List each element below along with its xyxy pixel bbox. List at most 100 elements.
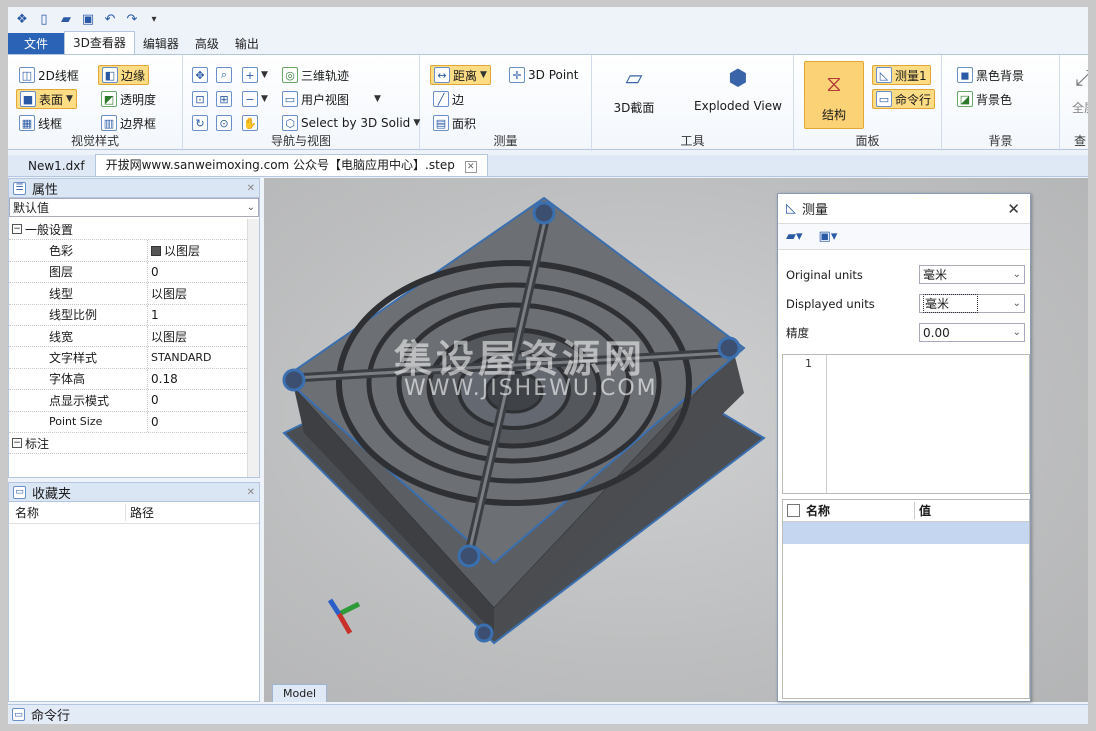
measure-title-bar: ◺ 测量 ✕ — [778, 194, 1030, 224]
prop-row[interactable]: 字体高 0.18 — [9, 368, 247, 391]
prop-row[interactable]: 线型比例 1 — [9, 304, 247, 326]
app-logo-icon[interactable]: ❖ — [14, 11, 30, 27]
measure-panel-icon: ◺ — [876, 67, 892, 83]
tab-advanced[interactable]: 高级 — [187, 33, 227, 55]
favorites-header: ▭ 收藏夹 ✕ — [9, 483, 259, 502]
zoom-extents-icon: ⊞ — [216, 91, 232, 107]
zoom-window-icon: ⌕ — [216, 67, 232, 83]
properties-icon: ☰ — [13, 181, 26, 195]
black-background-button[interactable]: ◼ 黑色背景 — [954, 65, 1027, 85]
wire2d-button[interactable]: ◫ 2D线框 — [16, 65, 82, 85]
prop-row[interactable]: 线宽 以图层 — [9, 325, 247, 348]
structure-dna-icon: ⧖ — [826, 72, 842, 97]
zoom-in-icon: + — [242, 67, 258, 83]
ribbon-tabs: 文件 3D查看器 编辑器 高级 输出 — [8, 31, 1088, 55]
exploded-cube-icon: ⬢ — [728, 65, 748, 91]
precision-select[interactable]: 0.00 ⌄ — [919, 323, 1025, 342]
area-icon: ▤ — [433, 115, 449, 131]
table-row[interactable] — [783, 522, 1029, 544]
new-file-icon[interactable]: ▯ — [36, 11, 52, 27]
tab-file[interactable]: 文件 — [8, 33, 64, 55]
collapse-icon[interactable]: − — [12, 438, 22, 449]
col-name[interactable]: 名称 — [9, 504, 125, 521]
measure-area-button[interactable]: ▤ 面积 — [430, 113, 479, 133]
select-by-solid-button[interactable]: ⬡ Select by 3D Solid ▼ — [279, 113, 423, 133]
zoom-window-button[interactable]: ⌕ — [213, 65, 235, 85]
command-line-bar[interactable]: ▭ 命令行 — [8, 704, 1088, 724]
doc-tab-new1[interactable]: New1.dxf — [18, 156, 95, 176]
displayed-units-select[interactable]: 毫米 ⌄ — [919, 294, 1025, 313]
precision-row: 精度 0.00 ⌄ — [778, 318, 1030, 347]
zoom-realtime-button[interactable]: ⊙ — [213, 113, 235, 133]
col-path[interactable]: 路径 — [125, 504, 239, 521]
group-label: 工具 — [680, 134, 705, 148]
properties-scrollbar[interactable] — [247, 219, 259, 477]
open-folder-icon[interactable]: ▰▾ — [786, 229, 803, 244]
prop-row[interactable]: 文字样式 STANDARD — [9, 347, 247, 369]
save-icon[interactable]: ▣▾ — [819, 229, 838, 244]
orbit-button[interactable]: ◎ 三维轨迹 — [279, 65, 352, 85]
point3d-button[interactable]: ✛ 3D Point — [506, 65, 581, 85]
prop-row[interactable]: 色彩 以图层 — [9, 240, 247, 262]
original-units-select[interactable]: 毫米 ⌄ — [919, 265, 1025, 284]
zoom-out-icon: − — [242, 91, 258, 107]
open-file-icon[interactable]: ▰ — [58, 11, 74, 27]
close-icon[interactable]: ✕ — [1007, 200, 1020, 218]
measure-edge-icon: ╱ — [433, 91, 449, 107]
redo-icon[interactable]: ↷ — [124, 11, 140, 27]
zoom-realtime-icon: ⊙ — [216, 115, 232, 131]
wireframe-button[interactable]: ▦ 线框 — [16, 113, 65, 133]
solid-cube-icon: ⬡ — [282, 115, 298, 131]
prop-row[interactable]: 点显示模式 0 — [9, 390, 247, 412]
zoom-out-dropdown[interactable]: − ▼ — [239, 89, 271, 109]
tab-editor[interactable]: 编辑器 — [135, 33, 187, 55]
zoom-extents-button[interactable]: ⊞ — [213, 89, 235, 109]
model-tab[interactable]: Model — [272, 684, 328, 702]
customize-toolbar-icon[interactable]: ▾ — [146, 11, 162, 27]
prop-row[interactable]: Point Size 0 — [9, 411, 247, 433]
col-value[interactable]: 值 — [914, 502, 931, 519]
section-general[interactable]: − 一般设置 — [9, 219, 247, 241]
transparency-button[interactable]: ◩ 透明度 — [98, 89, 159, 109]
pan-button[interactable]: ✥ — [189, 65, 211, 85]
edge-button[interactable]: ◧ 边缘 — [98, 65, 150, 85]
document-tabs: New1.dxf 开拔网www.sanweimoxing.com 公众号【电脑应… — [8, 154, 1088, 177]
tab-3d-viewer[interactable]: 3D查看器 — [64, 31, 135, 55]
zoom-dropdown[interactable]: + ▼ — [239, 65, 271, 85]
group-label: 导航与视图 — [270, 134, 331, 148]
section3d-button[interactable]: ▱ 3D截面 — [606, 61, 662, 116]
hand-pan-button[interactable]: ✋ — [239, 113, 261, 133]
rotate-3d-button[interactable]: ↻ — [189, 113, 211, 133]
measure1-button[interactable]: ◺ 测量1 — [872, 65, 931, 85]
close-tab-icon[interactable]: ✕ — [464, 161, 477, 173]
fit-button[interactable]: ⊡ — [189, 89, 211, 109]
save-icon[interactable]: ▣ — [80, 11, 96, 27]
bounding-box-button[interactable]: ▥ 边界框 — [98, 113, 159, 133]
measure-output-editor[interactable]: 1 — [782, 354, 1030, 494]
user-view-button[interactable]: ▭ 用户视图 ▼ — [279, 89, 384, 109]
undo-icon[interactable]: ↶ — [102, 11, 118, 27]
cmdline-toggle-button[interactable]: ▭ 命令行 — [872, 89, 936, 109]
distance-dropdown[interactable]: ↔ 距离 ▼ — [430, 65, 491, 85]
prop-row[interactable]: 图层 0 — [9, 261, 247, 284]
fullscreen-button[interactable]: ⤢全屏 — [1064, 61, 1088, 116]
close-panel-icon[interactable]: ✕ — [247, 183, 255, 194]
measure-edge-button[interactable]: ╱ 边 — [430, 89, 467, 109]
watermark-cn: 集设屋资源网 — [394, 337, 647, 381]
properties-selector[interactable]: 默认值 ⌄ — [9, 198, 259, 217]
point3d-icon: ✛ — [509, 67, 525, 83]
col-name[interactable]: 名称 — [806, 502, 914, 519]
structure-button[interactable]: ⧖ 结构 — [804, 61, 864, 129]
background-color-button[interactable]: ◪ 背景色 — [954, 89, 1015, 109]
group-navigation: ✥ ⌕ + ▼ ◎ 三维轨迹 ⊡ ⊞ − ▼ ▭ 用户视图 ▼ ↻ ⊙ ✋ ⬡ Select… — [183, 55, 420, 151]
section-annotation[interactable]: − 标注 — [9, 433, 247, 455]
surface-dropdown[interactable]: ■ 表面 ▼ — [16, 89, 77, 109]
select-all-checkbox[interactable] — [787, 504, 800, 517]
close-panel-icon[interactable]: ✕ — [247, 487, 255, 498]
prop-row[interactable]: 线型 以图层 — [9, 283, 247, 305]
tab-output[interactable]: 输出 — [227, 33, 267, 55]
editor-text-area[interactable] — [827, 355, 1029, 493]
collapse-icon[interactable]: − — [12, 224, 22, 235]
doc-tab-step[interactable]: 开拔网www.sanweimoxing.com 公众号【电脑应用中心】.step… — [94, 154, 488, 176]
exploded-view-button[interactable]: ⬢ Exploded View — [688, 61, 788, 114]
